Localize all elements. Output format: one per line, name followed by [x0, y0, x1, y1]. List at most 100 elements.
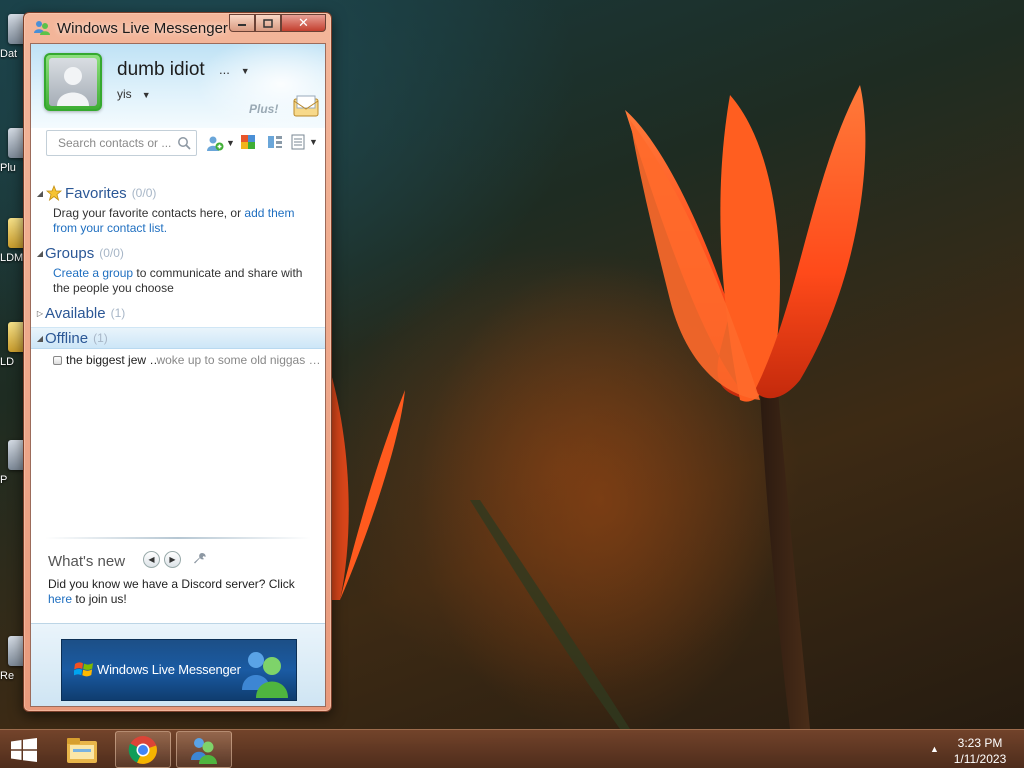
divider: [45, 537, 311, 539]
expand-triangle-icon: ▷: [36, 308, 44, 318]
group-header-offline[interactable]: ◢ Offline (1): [31, 327, 325, 349]
contact-personal-message: woke up to some old niggas h...: [156, 353, 321, 367]
search-box: [46, 130, 197, 156]
contact-separator: -: [146, 353, 157, 367]
window-title: Windows Live Messenger: [57, 20, 228, 37]
wallpaper-tulip-image: [330, 85, 866, 729]
messenger-plus-logo[interactable]: Plus!: [249, 102, 278, 116]
group-title: Available: [45, 304, 106, 322]
taskbar-file-explorer[interactable]: [54, 731, 110, 768]
file-explorer-icon: [67, 737, 97, 763]
messenger-buddies-icon: [242, 652, 288, 698]
collapse-triangle-icon: ◢: [36, 188, 44, 198]
chevron-down-icon: ▼: [226, 138, 235, 148]
inbox-icon[interactable]: [292, 94, 320, 118]
profile-header: dumb idiot ... ▼ yis ▼ Plus!: [31, 44, 325, 128]
add-contact-button[interactable]: ▼: [206, 134, 235, 152]
windows-flag-icon: [74, 662, 93, 677]
name-ellipsis: ...: [219, 62, 230, 77]
offline-status-icon: [53, 355, 62, 365]
desktop-icon-label: Re: [0, 670, 15, 682]
group-header-groups[interactable]: ◢ Groups (0/0): [31, 242, 325, 264]
search-icon[interactable]: [177, 136, 191, 150]
groups-help-text: Create a group to communicate and share …: [53, 266, 319, 296]
messenger-buddies-icon: [191, 737, 217, 764]
wrench-icon[interactable]: [193, 552, 207, 566]
banner-title: Windows Live Messenger: [97, 662, 241, 677]
contact-toolbar: ▼ ▼: [31, 128, 325, 166]
whats-new-previous-button[interactable]: ◀: [143, 551, 160, 568]
whats-new-text-prefix: Did you know we have a Discord server? C…: [48, 577, 295, 591]
desktop-icon-label: LD: [0, 356, 15, 368]
minimize-icon: [238, 24, 246, 26]
group-count: (1): [93, 331, 108, 345]
contact-name: the biggest jew: [66, 353, 147, 367]
desktop-icon-label: P: [0, 474, 8, 486]
desktop-icon-label: LDM: [0, 252, 24, 264]
display-name-menu[interactable]: ... ▼: [219, 62, 250, 77]
avatar[interactable]: [44, 53, 102, 111]
create-group-link[interactable]: Create a group: [53, 266, 133, 280]
taskbar-chrome[interactable]: [115, 731, 171, 768]
taskbar-clock[interactable]: 3:23 PM 1/11/2023: [950, 735, 1010, 767]
favorites-note-text: Drag your favorite contacts here, or: [53, 206, 245, 220]
desktop-icon-label: Dat: [0, 48, 18, 60]
chrome-icon: [128, 735, 157, 764]
messenger-ad-banner[interactable]: Windows Live Messenger: [61, 639, 297, 701]
add-contact-icon: [207, 136, 224, 151]
desktop-icon-label: Plu: [0, 162, 16, 174]
clock-date: 1/11/2023: [953, 752, 1007, 766]
group-count: (0/0): [99, 246, 124, 260]
default-user-silhouette-icon: [49, 58, 97, 106]
footer-area: Windows Live Messenger: [31, 623, 325, 706]
messenger-client-area: dumb idiot ... ▼ yis ▼ Plus! Search cont…: [30, 43, 326, 707]
group-title: Groups: [45, 244, 95, 262]
games-icon: [241, 135, 255, 149]
group-count: (0/0): [131, 186, 157, 200]
maximize-icon: [263, 18, 273, 28]
add-favorites-link[interactable]: add them from your contact list.: [53, 206, 294, 235]
star-icon: [46, 185, 62, 201]
clock-time: 3:23 PM: [957, 736, 1003, 750]
personal-message-text: yis: [117, 87, 132, 101]
whats-new-title: What's new: [48, 553, 126, 570]
chevron-down-icon: ▼: [240, 66, 250, 76]
group-header-favorites[interactable]: ◢ Favorites (0/0): [31, 182, 325, 204]
group-title: Offline: [45, 329, 89, 347]
group-title: Favorites: [65, 184, 127, 202]
chevron-left-icon: ◀: [148, 555, 155, 564]
show-menu-button[interactable]: ▼: [291, 134, 318, 150]
minimize-button[interactable]: [229, 14, 255, 32]
layout-button[interactable]: [267, 134, 283, 150]
favorites-help-text: Drag your favorite contacts here, or add…: [53, 206, 319, 236]
whats-new-text-suffix: to join us!: [72, 592, 127, 606]
menu-icon: [291, 134, 305, 150]
chevron-down-icon: ▼: [141, 90, 151, 100]
start-button[interactable]: [10, 738, 38, 762]
group-header-available[interactable]: ▷ Available (1): [31, 302, 325, 324]
contact-row[interactable]: the biggest jew - woke up to some old ni…: [53, 353, 321, 367]
whats-new-message: Did you know we have a Discord server? C…: [48, 577, 315, 607]
messenger-buddies-icon: [34, 21, 50, 35]
caption-buttons: ✕: [229, 14, 326, 32]
taskbar-windows-live-messenger[interactable]: [176, 731, 232, 768]
maximize-button[interactable]: [255, 14, 281, 32]
collapse-triangle-icon: ◢: [36, 248, 44, 258]
search-input[interactable]: [47, 131, 175, 155]
taskbar: ▲ 3:23 PM 1/11/2023: [0, 729, 1024, 768]
games-button[interactable]: [240, 134, 256, 150]
layout-icon: [268, 136, 282, 148]
group-count: (1): [110, 306, 126, 320]
messenger-window: Windows Live Messenger ✕ dumb idiot ... …: [23, 12, 332, 712]
discord-link[interactable]: here: [48, 592, 72, 606]
show-hidden-icons-button[interactable]: ▲: [930, 744, 939, 754]
display-name[interactable]: dumb idiot: [117, 59, 205, 81]
collapse-triangle-icon: ◢: [36, 333, 44, 343]
chevron-down-icon: ▼: [309, 137, 318, 147]
close-icon: ✕: [298, 15, 309, 30]
chevron-right-icon: ▶: [169, 555, 176, 564]
personal-message[interactable]: yis ▼: [117, 87, 151, 101]
whats-new-next-button[interactable]: ▶: [164, 551, 181, 568]
close-button[interactable]: ✕: [281, 14, 326, 32]
title-bar[interactable]: Windows Live Messenger ✕: [24, 13, 331, 43]
